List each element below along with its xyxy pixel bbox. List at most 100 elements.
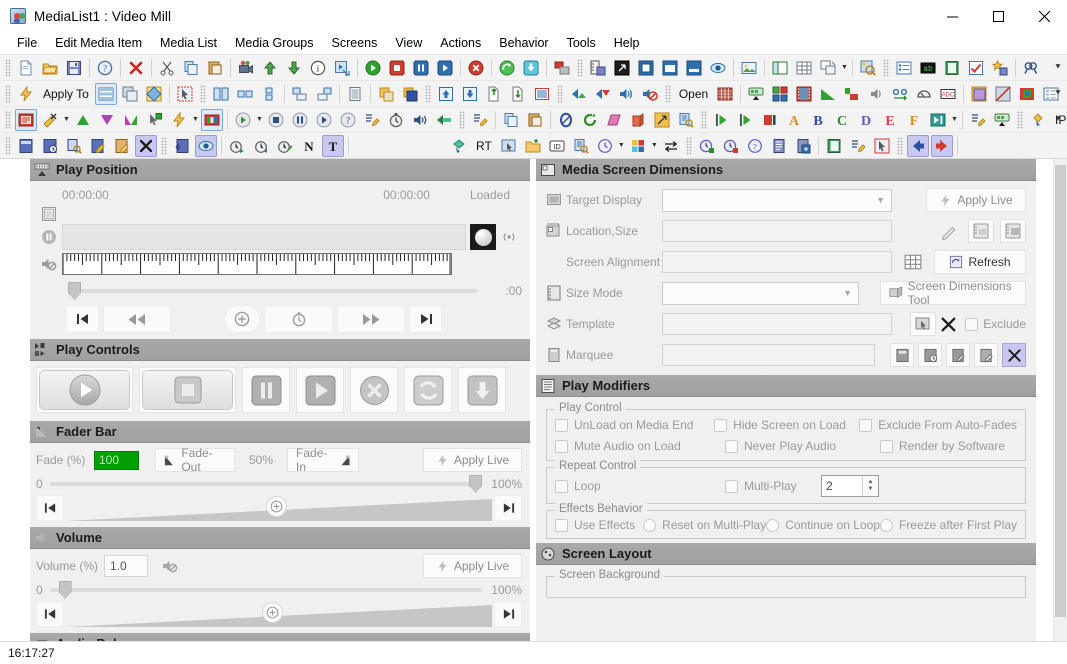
menu-tools[interactable]: Tools [558,34,605,52]
favorite-save-icon[interactable] [989,57,1011,79]
replay-button[interactable] [404,367,452,413]
toolbar-grip[interactable] [5,58,11,77]
play-modifiers-header[interactable]: Play Modifiers [536,375,1036,397]
schedule-stop-icon[interactable] [720,135,742,157]
measure-save-icon[interactable] [587,57,609,79]
move-item-up-icon[interactable] [435,83,457,105]
alignment-grid-icon[interactable] [900,253,926,271]
fader-slider-thumb[interactable] [469,475,483,493]
apply-live-bolt2-icon[interactable] [168,109,190,131]
letter-t-icon[interactable]: T [322,134,344,157]
toolbar-grip[interactable] [577,58,583,77]
time-ruler[interactable] [62,253,452,275]
play-controls-header[interactable]: Play Controls [30,339,530,361]
adc-icon[interactable]: ADC [937,83,959,105]
new-icon[interactable] [15,57,37,79]
menu-view[interactable]: View [386,34,431,52]
paste-icon[interactable] [204,57,226,79]
fullscreen-icon[interactable] [611,57,633,79]
toolbar-grip[interactable] [5,110,11,129]
location-size-field[interactable] [662,220,892,242]
inspect-list-icon[interactable] [675,109,697,131]
play-gray-circle-icon[interactable] [232,109,254,131]
toolbar-grip[interactable] [199,84,206,103]
schedule-help-icon[interactable]: ? [744,135,766,157]
fade-value-field[interactable]: 100 [94,450,139,470]
move-item-down-icon[interactable] [459,83,481,105]
play-dropdown-caret[interactable]: ▼ [255,109,264,131]
screen-dimensions-tool-button[interactable]: Screen Dimensions Tool [880,279,1026,307]
add-media-icon[interactable] [235,57,257,79]
template-clear-icon[interactable] [936,316,960,333]
render-by-software-checkbox[interactable] [880,439,893,453]
paste-yellow-icon[interactable] [524,109,546,131]
timeline-collapse-icon[interactable] [991,109,1013,131]
load-button[interactable] [458,367,506,413]
rt-select-icon[interactable] [498,135,520,157]
edit-record2-icon[interactable] [111,135,133,157]
marquee-edit2-button[interactable] [974,343,998,367]
mute-audio-on-load-checkbox[interactable] [555,439,568,453]
media-diamond-icon[interactable] [448,135,470,157]
screen-color-icon[interactable] [968,83,990,105]
no-screen-icon[interactable] [992,83,1014,105]
loop-checkbox[interactable] [555,479,568,493]
resume-blue-icon[interactable] [434,57,456,79]
exclude-from-auto-fades-checkbox[interactable] [859,418,873,432]
volume-mute-icon[interactable] [162,558,178,574]
toolbar-grip[interactable] [459,110,465,129]
pause-blue-icon[interactable] [410,57,432,79]
timer-start-icon[interactable] [226,135,248,157]
hide-screen-on-load-checkbox[interactable] [714,418,728,432]
marquee-recent-button[interactable] [918,343,942,367]
properties-list-icon[interactable] [893,57,915,79]
close-media-red-icon[interactable] [465,57,487,79]
audio-on-icon[interactable] [615,83,637,105]
gradient-mixed-tri-icon[interactable] [120,109,142,131]
rewind-button[interactable] [103,305,171,333]
play-to-end-icon[interactable] [927,109,949,131]
refresh-button[interactable]: Refresh [934,250,1026,274]
pick-screen-icon[interactable] [144,109,166,131]
marquee-clear-button[interactable] [1002,343,1026,367]
fade-screen-icon[interactable] [841,83,863,105]
multi-play-stepper[interactable]: 2 ▲ ▼ [821,475,879,497]
ipc-diamond-icon[interactable] [1027,109,1049,131]
navigate-forward-icon[interactable] [930,134,953,157]
audio-balance-toolbar-icon[interactable] [889,83,911,105]
refresh-green-icon[interactable] [496,57,518,79]
list-view-icon[interactable] [41,206,57,222]
screen-inspect-icon[interactable] [857,57,879,79]
size-mode-combo[interactable]: ▼ [662,281,859,305]
letter-e-icon[interactable]: E [879,109,901,131]
pause-button[interactable] [242,367,290,413]
cut-icon[interactable] [156,57,178,79]
letter-d-icon[interactable]: D [855,109,877,131]
apply-to-selected-icon[interactable] [143,83,165,105]
import-file-icon[interactable] [483,83,505,105]
help-icon[interactable]: ? [94,57,116,79]
reset-on-multi-play-radio[interactable] [643,518,657,532]
marquee-new-button[interactable] [890,343,914,367]
template-field[interactable] [662,313,892,335]
select-pointer-icon[interactable] [174,83,196,105]
gradient-green-icon[interactable] [817,83,839,105]
menu-media-list[interactable]: Media List [151,34,226,52]
toolbar-overflow-button[interactable]: ⯆ [1051,57,1065,77]
toolbar-grip[interactable] [5,136,11,155]
apply-to-all-icon[interactable] [94,82,117,105]
volume-slider-thumb[interactable] [58,581,72,599]
target-display-combo[interactable]: ▼ [662,188,892,212]
letter-c-icon[interactable]: C [831,109,853,131]
script-edit-icon[interactable] [361,109,383,131]
toolbar-grip[interactable] [896,136,903,155]
letter-b-icon[interactable]: B [807,109,829,131]
schedule-start-icon[interactable] [696,135,718,157]
mute-speaker-icon[interactable] [41,256,57,272]
schedule-import-icon[interactable] [792,135,814,157]
fader-apply-live-button[interactable]: Apply Live [423,448,522,472]
apply-live-bolt-icon[interactable] [15,83,37,105]
media-screens-icon[interactable] [769,83,791,105]
fader-slider[interactable] [50,475,483,493]
position-slider-thumb[interactable] [68,282,81,300]
